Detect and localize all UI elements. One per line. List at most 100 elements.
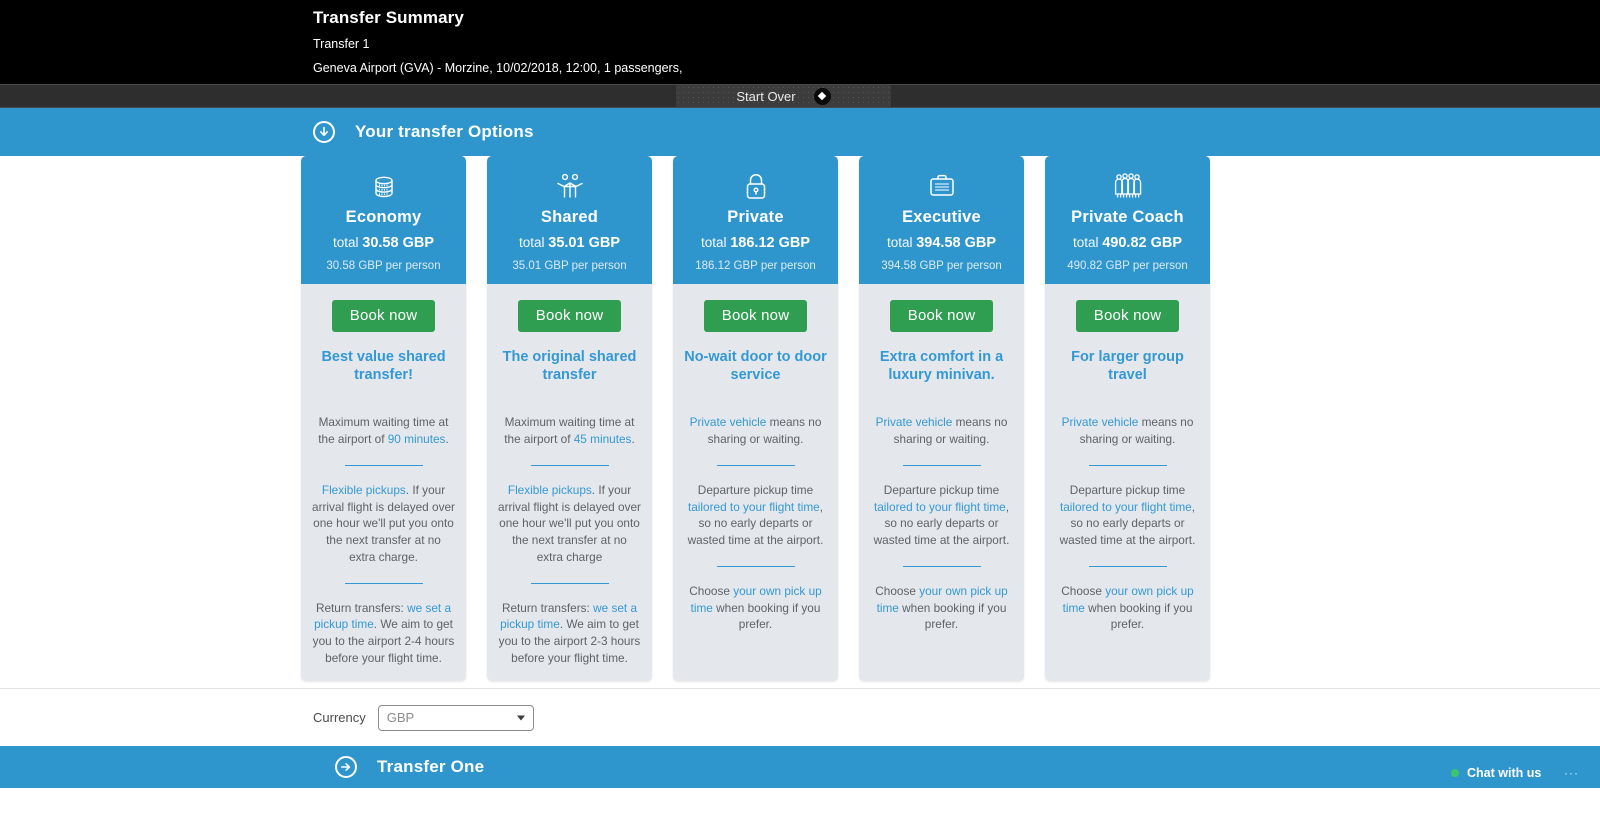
- card-divider: [344, 464, 423, 466]
- card-total-price: total 394.58 GBP: [865, 235, 1018, 251]
- briefcase-icon: [865, 170, 1018, 204]
- book-now-button[interactable]: Book now: [889, 300, 994, 332]
- card-total-price: total 30.58 GBP: [307, 235, 460, 251]
- card-paragraph-1: Maximum waiting time at the airport of 9…: [312, 414, 455, 448]
- circle-arrow-down-icon: [313, 121, 335, 143]
- p2-prefix: Departure pickup time: [1069, 482, 1186, 497]
- card-paragraph-2: Flexible pickups. If your arrival flight…: [498, 482, 641, 566]
- card-body: Private vehicle means no sharing or wait…: [1045, 384, 1210, 647]
- card-paragraph-1: Private vehicle means no sharing or wait…: [870, 414, 1013, 448]
- card-body: Private vehicle means no sharing or wait…: [859, 384, 1024, 647]
- p1-link[interactable]: Private vehicle: [876, 415, 953, 429]
- card-header: Executive total 394.58 GBP 394.58 GBP pe…: [859, 156, 1024, 284]
- total-amount: 186.12 GBP: [730, 235, 811, 251]
- chat-label: Chat with us: [1467, 766, 1542, 780]
- card-total-price: total 490.82 GBP: [1051, 235, 1204, 251]
- card-per-person-price: 394.58 GBP per person: [881, 260, 1002, 272]
- p2-link[interactable]: Flexible pickups: [508, 483, 592, 497]
- chat-widget-button[interactable]: Chat with us ···: [1440, 758, 1590, 788]
- section-header-transfer-one: Transfer One: [0, 746, 1600, 788]
- card-paragraph-2: Departure pickup time tailored to your f…: [684, 482, 827, 549]
- chevron-down-icon: [516, 715, 525, 720]
- book-now-button[interactable]: Book now: [331, 300, 436, 332]
- total-amount: 394.58 GBP: [916, 235, 997, 251]
- page-title: Transfer Summary: [313, 8, 464, 27]
- p1-link[interactable]: Private vehicle: [1062, 415, 1139, 429]
- card-divider: [902, 464, 981, 466]
- p2-prefix: Departure pickup time: [883, 482, 1000, 497]
- p3-prefix: Return transfers:: [501, 600, 594, 615]
- p3-prefix: Return transfers:: [315, 600, 408, 615]
- p3-suffix: when booking if you prefer.: [712, 600, 821, 632]
- total-prefix: total: [332, 235, 363, 250]
- card-total-price: total 35.01 GBP: [493, 235, 646, 251]
- transfer-summary-header: Transfer Summary Transfer 1 Geneva Airpo…: [0, 0, 1600, 84]
- currency-select[interactable]: GBP: [377, 704, 534, 731]
- p3-suffix: when booking if you prefer.: [1084, 600, 1193, 632]
- section-title-transfer-options: Your transfer Options: [355, 122, 534, 141]
- currency-selected-value: GBP: [386, 710, 415, 725]
- section-header-transfer-options: Your transfer Options: [0, 108, 1600, 156]
- p1-link[interactable]: 45 minutes: [574, 432, 632, 446]
- card-divider: [1088, 565, 1167, 567]
- card-divider: [530, 582, 609, 584]
- card-title: Private: [727, 208, 784, 226]
- card-per-person-price: 186.12 GBP per person: [695, 260, 816, 272]
- card-divider: [530, 464, 609, 466]
- card-per-person-price: 490.82 GBP per person: [1067, 260, 1188, 272]
- p2-link[interactable]: tailored to your flight time: [1060, 500, 1192, 514]
- p3-prefix: Choose: [1061, 583, 1106, 598]
- book-now-button[interactable]: Book now: [517, 300, 622, 332]
- card-title: Executive: [902, 208, 981, 226]
- card-paragraph-2: Departure pickup time tailored to your f…: [1056, 482, 1199, 549]
- book-now-button[interactable]: Book now: [1075, 300, 1180, 332]
- p2-link[interactable]: tailored to your flight time: [874, 500, 1006, 514]
- card-tagline: Extra comfort in a luxury minivan.: [879, 349, 1004, 383]
- currency-label: Currency: [313, 710, 366, 725]
- p2-prefix: Departure pickup time: [697, 482, 814, 497]
- total-prefix: total: [700, 235, 731, 250]
- card-tagline: No-wait door to door service: [684, 349, 827, 383]
- total-prefix: total: [518, 235, 549, 250]
- status-online-dot-icon: [1451, 769, 1459, 777]
- p1-suffix: .: [631, 432, 635, 447]
- card-per-person-price: 30.58 GBP per person: [326, 260, 441, 272]
- diamond-arrow-icon: [813, 87, 831, 105]
- transfer-option-card: Shared total 35.01 GBP 35.01 GBP per per…: [487, 156, 652, 681]
- transfer-option-card: Executive total 394.58 GBP 394.58 GBP pe…: [859, 156, 1024, 681]
- card-tagline: Best value shared transfer!: [321, 349, 446, 383]
- card-body: Private vehicle means no sharing or wait…: [673, 384, 838, 647]
- card-tagline: For larger group travel: [1071, 349, 1184, 383]
- card-paragraph-1: Maximum waiting time at the airport of 4…: [498, 414, 641, 448]
- p3-suffix: when booking if you prefer.: [898, 600, 1007, 632]
- card-paragraph-1: Private vehicle means no sharing or wait…: [1056, 414, 1199, 448]
- transfer-option-card: Private total 186.12 GBP 186.12 GBP per …: [673, 156, 838, 681]
- p1-suffix: .: [445, 432, 449, 447]
- card-header: Shared total 35.01 GBP 35.01 GBP per per…: [487, 156, 652, 284]
- card-total-price: total 186.12 GBP: [679, 235, 832, 251]
- card-body: Maximum waiting time at the airport of 4…: [487, 384, 652, 680]
- group-people-icon: [1051, 170, 1204, 204]
- card-tagline: The original shared transfer: [502, 349, 637, 383]
- p1-link[interactable]: Private vehicle: [690, 415, 767, 429]
- card-paragraph-3: Return transfers: we set a pickup time. …: [498, 600, 641, 667]
- card-divider: [902, 565, 981, 567]
- transfer-option-card: Economy total 30.58 GBP 30.58 GBP per pe…: [301, 156, 466, 681]
- card-title: Private Coach: [1071, 208, 1184, 226]
- p2-link[interactable]: tailored to your flight time: [688, 500, 820, 514]
- transfer-options-grid: Economy total 30.58 GBP 30.58 GBP per pe…: [0, 156, 1600, 688]
- card-paragraph-3: Return transfers: we set a pickup time. …: [312, 600, 455, 667]
- p1-link[interactable]: 90 minutes: [388, 432, 446, 446]
- circle-arrow-right-icon: [335, 756, 357, 778]
- start-over-button[interactable]: Start Over: [676, 85, 891, 107]
- p2-link[interactable]: Flexible pickups: [322, 483, 406, 497]
- book-now-button[interactable]: Book now: [703, 300, 808, 332]
- itinerary-summary: Geneva Airport (GVA) - Morzine, 10/02/20…: [313, 61, 683, 75]
- card-divider: [1088, 464, 1167, 466]
- card-header: Private total 186.12 GBP 186.12 GBP per …: [673, 156, 838, 284]
- card-divider: [716, 464, 795, 466]
- transfer-option-card: Private Coach total 490.82 GBP 490.82 GB…: [1045, 156, 1210, 681]
- total-prefix: total: [1072, 235, 1103, 250]
- section-title-transfer-one: Transfer One: [377, 757, 485, 776]
- total-amount: 30.58 GBP: [362, 235, 435, 251]
